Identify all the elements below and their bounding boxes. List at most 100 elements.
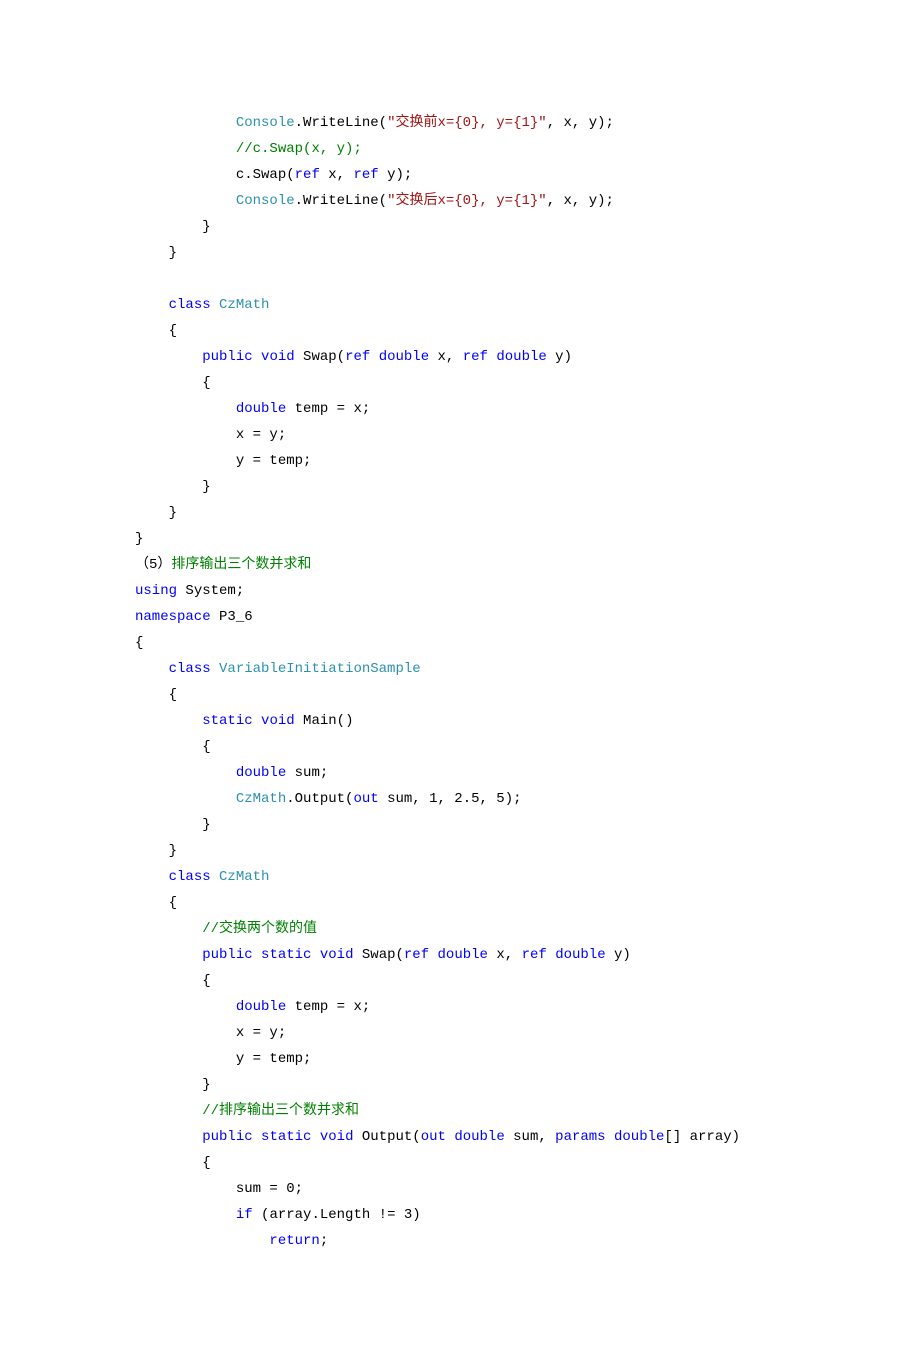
code-token: Swap( — [295, 349, 345, 365]
code-line: } — [135, 531, 143, 547]
code-token: x = y; — [236, 1025, 286, 1041]
code-token: ref — [345, 349, 370, 365]
code-token: void — [320, 947, 354, 963]
code-line: { — [135, 1155, 211, 1171]
code-line: { — [135, 895, 177, 911]
code-token: sum, — [505, 1129, 555, 1145]
code-token: y) — [606, 947, 631, 963]
code-line: （5）排序输出三个数并求和 — [135, 557, 311, 573]
code-line: class VariableInitiationSample — [135, 661, 421, 677]
code-token: } — [202, 817, 210, 833]
code-line: CzMath.Output(out sum, 1, 2.5, 5); — [135, 791, 522, 807]
code-token: static — [261, 1129, 311, 1145]
code-token — [211, 661, 219, 677]
code-token: "交换后x={0}, y={1}" — [387, 193, 547, 209]
code-token: double — [454, 1129, 504, 1145]
code-token: （5） — [135, 557, 171, 573]
code-token: Output( — [353, 1129, 420, 1145]
code-line: //c.Swap(x, y); — [135, 141, 362, 157]
code-line: public static void Output(out double sum… — [135, 1129, 740, 1145]
code-token: class — [169, 297, 211, 313]
code-line: } — [135, 843, 177, 859]
code-line: double sum; — [135, 765, 328, 781]
code-token — [311, 947, 319, 963]
code-token: [] array) — [664, 1129, 740, 1145]
code-line: c.Swap(ref x, ref y); — [135, 167, 412, 183]
code-line: } — [135, 817, 211, 833]
code-token — [211, 869, 219, 885]
code-token: namespace — [135, 609, 211, 625]
code-token: } — [202, 1077, 210, 1093]
code-token: sum; — [286, 765, 328, 781]
code-line: y = temp; — [135, 1051, 311, 1067]
code-line: y = temp; — [135, 453, 311, 469]
code-listing: Console.WriteLine("交换前x={0}, y={1}", x, … — [135, 110, 810, 1254]
code-token: { — [169, 895, 177, 911]
code-token: } — [135, 531, 143, 547]
code-token: .WriteLine( — [295, 115, 387, 131]
code-token: } — [202, 219, 210, 235]
code-line: x = y; — [135, 1025, 286, 1041]
code-line: //交换两个数的值 — [135, 921, 317, 937]
code-line: } — [135, 219, 211, 235]
code-token: P3_6 — [211, 609, 253, 625]
code-token: void — [320, 1129, 354, 1145]
code-token — [211, 297, 219, 313]
code-token: out — [353, 791, 378, 807]
code-token: //交换两个数的值 — [202, 921, 317, 937]
code-token: public — [202, 349, 252, 365]
code-line: { — [135, 739, 211, 755]
code-line: double temp = x; — [135, 401, 370, 417]
code-token: , x, y); — [547, 115, 614, 131]
code-token: params — [555, 1129, 605, 1145]
code-token: if — [236, 1207, 253, 1223]
code-line: { — [135, 635, 143, 651]
code-token: } — [169, 245, 177, 261]
code-line: } — [135, 505, 177, 521]
code-token — [311, 1129, 319, 1145]
code-token: //c.Swap(x, y); — [236, 141, 362, 157]
code-token: c.Swap( — [236, 167, 295, 183]
code-token: Console — [236, 193, 295, 209]
code-token: y) — [547, 349, 572, 365]
code-token: double — [496, 349, 546, 365]
code-token: ref — [463, 349, 488, 365]
code-token: x = y; — [236, 427, 286, 443]
code-token: y = temp; — [236, 453, 312, 469]
code-line: { — [135, 375, 211, 391]
code-token: double — [236, 401, 286, 417]
document-page: Console.WriteLine("交换前x={0}, y={1}", x, … — [0, 0, 920, 1364]
code-token: class — [169, 661, 211, 677]
code-token: y = temp; — [236, 1051, 312, 1067]
code-line: { — [135, 973, 211, 989]
code-token: double — [438, 947, 488, 963]
code-line: sum = 0; — [135, 1181, 303, 1197]
code-token: System; — [177, 583, 244, 599]
code-token — [429, 947, 437, 963]
code-token: Main() — [295, 713, 354, 729]
code-line: Console.WriteLine("交换后x={0}, y={1}", x, … — [135, 193, 614, 209]
code-line: { — [135, 323, 177, 339]
code-token: "交换前x={0}, y={1}" — [387, 115, 547, 131]
code-token: Console — [236, 115, 295, 131]
code-token — [253, 349, 261, 365]
code-token: Swap( — [353, 947, 403, 963]
code-line: //排序输出三个数并求和 — [135, 1103, 359, 1119]
code-line: x = y; — [135, 427, 286, 443]
code-token — [253, 713, 261, 729]
code-line: } — [135, 1077, 211, 1093]
code-token: sum = 0; — [236, 1181, 303, 1197]
code-line: return; — [135, 1233, 328, 1249]
code-token — [253, 1129, 261, 1145]
code-token: .WriteLine( — [295, 193, 387, 209]
code-token: double — [555, 947, 605, 963]
code-line: static void Main() — [135, 713, 353, 729]
code-token: { — [135, 635, 143, 651]
code-line: namespace P3_6 — [135, 609, 253, 625]
code-token: double — [379, 349, 429, 365]
code-token: double — [236, 765, 286, 781]
code-token — [253, 947, 261, 963]
code-token: class — [169, 869, 211, 885]
code-token: double — [614, 1129, 664, 1145]
code-token: ref — [295, 167, 320, 183]
